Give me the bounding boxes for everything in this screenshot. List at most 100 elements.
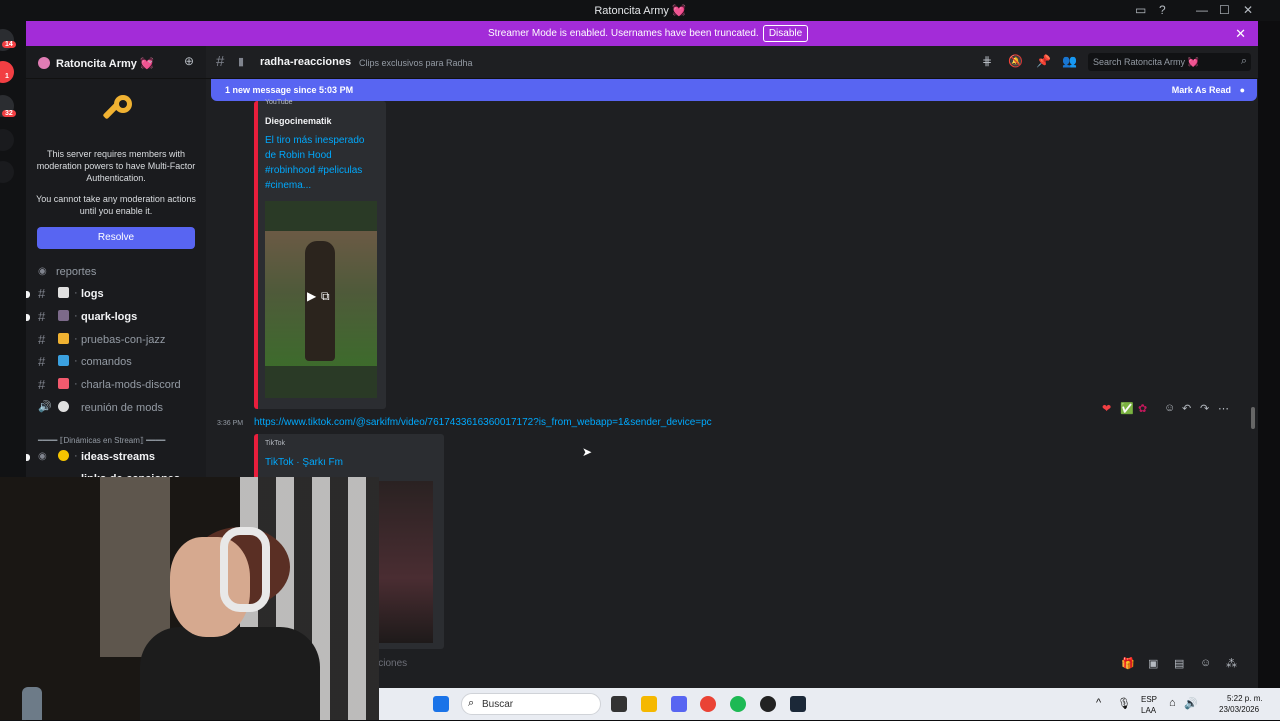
sidebar-item-links-de-canciones[interactable]: links-de-canciones bbox=[26, 469, 206, 477]
channel-label: logs bbox=[81, 288, 104, 300]
taskbar-search[interactable]: ⌕ Buscar bbox=[461, 693, 601, 715]
message-timestamp: 3:36 PM bbox=[217, 420, 244, 427]
embed-author[interactable]: Diegocinematik bbox=[265, 116, 332, 126]
check-reaction-icon[interactable]: ✅ bbox=[1120, 402, 1134, 415]
channel-emoji-icon bbox=[58, 287, 69, 298]
chevron-down-icon[interactable]: ⌄ bbox=[146, 55, 154, 66]
gif-icon[interactable]: ▣ bbox=[1148, 657, 1158, 670]
network-icon[interactable]: ⌂ bbox=[1169, 697, 1176, 709]
separator: · bbox=[74, 355, 78, 367]
custom-reaction-icon[interactable]: ✿ bbox=[1138, 402, 1147, 415]
forward-icon[interactable]: ↷ bbox=[1200, 402, 1209, 415]
pin-icon[interactable]: 📌 bbox=[1036, 54, 1051, 68]
sidebar-item-charla-mods-discord[interactable]: # · charla-mods-discord bbox=[26, 375, 206, 395]
streamer-mode-message: Streamer Mode is enabled. Usernames have… bbox=[488, 28, 759, 39]
channel-emoji-icon bbox=[58, 401, 69, 412]
task-view-icon[interactable] bbox=[611, 696, 627, 712]
search-icon: ⌕ bbox=[1240, 55, 1247, 67]
hash-icon: # bbox=[38, 354, 46, 369]
unread-indicator bbox=[26, 454, 30, 461]
steam-icon[interactable] bbox=[790, 696, 806, 712]
members-icon[interactable]: 👥 bbox=[1062, 54, 1077, 68]
add-server-icon[interactable] bbox=[0, 129, 14, 151]
invite-people-icon[interactable]: ⊕ bbox=[184, 54, 194, 68]
discord-icon[interactable] bbox=[671, 696, 687, 712]
reply-icon[interactable]: ↶ bbox=[1182, 402, 1191, 415]
maximize-button[interactable]: ☐ bbox=[1219, 3, 1230, 17]
minimize-button[interactable]: — bbox=[1196, 3, 1208, 17]
add-reaction-icon[interactable]: ☺ bbox=[1164, 402, 1175, 414]
sticker-icon[interactable]: ▤ bbox=[1174, 657, 1184, 670]
hash-icon: # bbox=[38, 286, 46, 301]
server-header[interactable]: Ratoncita Army 💓 ⌄ ⊕ bbox=[26, 46, 206, 79]
tray-chevron-icon[interactable]: ^ bbox=[1096, 697, 1101, 709]
video-thumbnail[interactable]: ▶ ⧉ bbox=[265, 201, 377, 398]
sidebar-item-reportes[interactable]: ◉ reportes bbox=[26, 262, 206, 282]
search-input[interactable]: Search Ratoncita Army 💓 ⌕ bbox=[1088, 53, 1251, 71]
sidebar-item-ideas-streams[interactable]: ◉ · ideas-streams bbox=[26, 447, 206, 467]
headset bbox=[220, 527, 270, 612]
spotify-icon[interactable] bbox=[730, 696, 746, 712]
clock-date[interactable]: 23/03/2026 bbox=[1219, 705, 1259, 714]
help-icon[interactable]: ? bbox=[1159, 3, 1166, 17]
windows-start-icon[interactable] bbox=[433, 696, 449, 712]
sidebar-item-quark-logs[interactable]: # · quark-logs bbox=[26, 307, 206, 327]
obs-icon[interactable] bbox=[760, 696, 776, 712]
webcam-overlay bbox=[0, 477, 379, 720]
sidebar-item-reunion-de-mods[interactable]: 🔊 reunión de mods bbox=[26, 398, 206, 418]
close-button[interactable]: ✕ bbox=[1243, 3, 1253, 17]
volume-icon[interactable]: 🔊 bbox=[1184, 697, 1198, 710]
more-options-icon[interactable]: ⋯ bbox=[1218, 402, 1229, 415]
message-link[interactable]: https://www.tiktok.com/@sarkifm/video/76… bbox=[254, 417, 712, 428]
mfa-message: This server requires members with modera… bbox=[36, 149, 196, 183]
file-explorer-icon[interactable] bbox=[641, 696, 657, 712]
hash-icon: # bbox=[38, 332, 46, 347]
mark-as-read-button[interactable]: Mark As Read bbox=[1172, 85, 1231, 95]
tiktok-thumbnail[interactable] bbox=[379, 481, 433, 643]
gift-icon[interactable]: 🎁 bbox=[1121, 657, 1135, 670]
close-icon[interactable]: ✕ bbox=[1235, 26, 1246, 42]
hash-icon: # bbox=[38, 309, 46, 324]
embed-title[interactable]: TikTok · Şarkı Fm bbox=[265, 455, 435, 470]
threads-icon[interactable]: ⋕ bbox=[982, 54, 992, 68]
background-door bbox=[100, 477, 170, 657]
screen-share-icon[interactable]: ▭ bbox=[1135, 3, 1146, 17]
channel-emoji-icon: ▮ bbox=[238, 56, 245, 68]
chrome-icon[interactable] bbox=[700, 696, 716, 712]
separator: · bbox=[74, 378, 78, 390]
clock-time[interactable]: 5:22 p. m. bbox=[1227, 694, 1263, 703]
search-icon: ⌕ bbox=[468, 697, 475, 709]
open-external-icon[interactable]: ⧉ bbox=[321, 289, 330, 304]
language-indicator-sub: LAA bbox=[1141, 706, 1157, 715]
resolve-button[interactable]: Resolve bbox=[37, 227, 195, 249]
separator: · bbox=[74, 333, 78, 345]
scrollbar[interactable] bbox=[1251, 407, 1255, 429]
apps-icon[interactable]: ⁂ bbox=[1226, 657, 1237, 670]
disable-streamer-mode-button[interactable]: Disable bbox=[763, 25, 808, 42]
composer-placeholder: iciones bbox=[376, 658, 408, 669]
unread-indicator bbox=[26, 291, 30, 298]
channel-topic[interactable]: Clips exclusivos para Radha bbox=[359, 58, 473, 68]
sidebar-item-logs[interactable]: # · logs bbox=[26, 284, 206, 304]
heart-reaction-icon[interactable]: ❤ bbox=[1102, 402, 1111, 415]
embed-title[interactable]: El tiro más inesperado de Robin Hood #ro… bbox=[265, 133, 377, 193]
sidebar-item-comandos[interactable]: # · comandos bbox=[26, 352, 206, 372]
notification-badge: 1 bbox=[2, 73, 12, 80]
discover-icon[interactable] bbox=[0, 161, 14, 183]
language-indicator[interactable]: ESP bbox=[1141, 695, 1157, 704]
channel-label: reportes bbox=[56, 266, 97, 278]
sidebar-item-pruebas-con-jazz[interactable]: # · pruebas-con-jazz bbox=[26, 330, 206, 350]
new-messages-bar[interactable]: 1 new message since 5:03 PM Mark As Read… bbox=[211, 79, 1257, 101]
mute-bell-icon[interactable]: 🔕 bbox=[1008, 54, 1023, 68]
microphone-icon[interactable]: 🎙 bbox=[1117, 697, 1131, 710]
emoji-icon[interactable]: ☺ bbox=[1200, 657, 1211, 669]
channel-header: # ▮ radha-reacciones Clips exclusivos pa… bbox=[206, 46, 1258, 79]
voice-icon: 🔊 bbox=[38, 401, 52, 413]
embed-provider: YouTube bbox=[265, 99, 293, 106]
hash-icon: # bbox=[38, 377, 46, 392]
channel-emoji-icon bbox=[58, 333, 69, 344]
category-header[interactable]: ━━━━ ⟦Dinámicas en Stream⟧ ━━━━ bbox=[38, 436, 165, 445]
play-icon[interactable]: ▶ bbox=[307, 289, 316, 303]
channel-emoji-icon bbox=[58, 450, 69, 461]
separator: · bbox=[74, 310, 78, 322]
